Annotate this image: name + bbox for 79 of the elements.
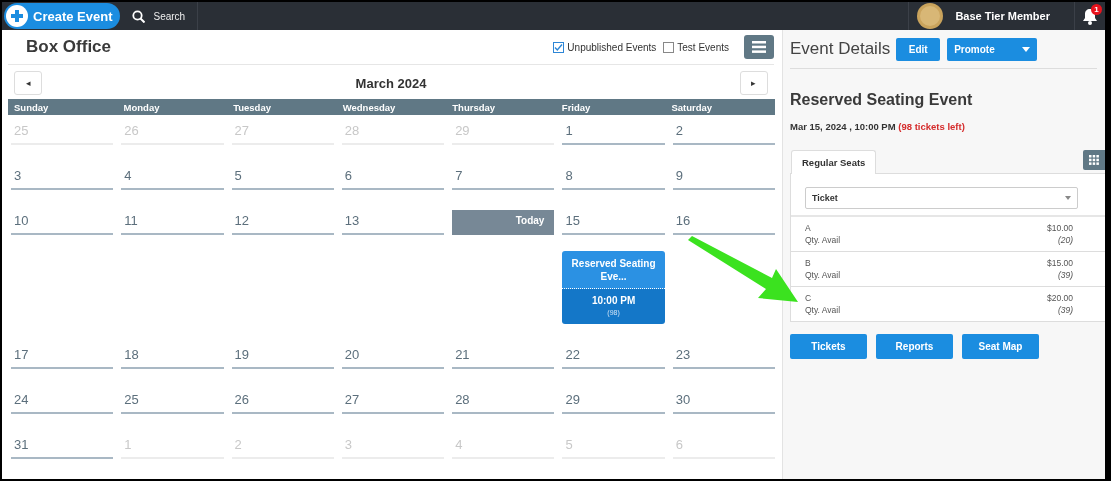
action-button[interactable]: Seat Map	[962, 334, 1039, 359]
weekday-label: Wednesday	[341, 101, 397, 113]
caret-icon	[1065, 196, 1071, 200]
day-cell[interactable]: 3	[11, 165, 114, 190]
day-cell[interactable]: 23	[672, 344, 775, 369]
next-month-button[interactable]: ▸	[740, 71, 768, 96]
day-cell[interactable]: 31	[11, 434, 114, 459]
day-cell[interactable]: 27	[341, 389, 445, 414]
weekday-label: Friday	[560, 101, 592, 113]
event-date: Mar 15, 2024 , 10:00 PM (98 tickets left)	[790, 121, 966, 132]
previous-month-button[interactable]: ◂	[14, 71, 42, 96]
action-button[interactable]: Tickets	[790, 334, 867, 359]
quantity-label: Qty. Avail	[805, 269, 841, 281]
search-field[interactable]: Search	[120, 2, 199, 30]
weekday-label: Tuesday	[232, 101, 272, 113]
day-cell[interactable]: 1	[562, 120, 665, 145]
ticket-price: $20.00	[1047, 292, 1073, 304]
weekday-label: Thursday	[451, 101, 497, 113]
day-cell[interactable]: 22	[562, 344, 665, 369]
panel-title: Event Details	[790, 39, 891, 59]
ticket-name: B	[805, 257, 812, 269]
day-cell[interactable]: 21	[452, 344, 555, 369]
day-cell[interactable]: 29	[562, 389, 665, 414]
day-cell[interactable]: 2	[672, 120, 775, 145]
ticket-price: $10.00	[1047, 222, 1073, 234]
day-cell[interactable]: 5	[231, 165, 334, 190]
day-cell[interactable]: 8	[562, 165, 665, 190]
day-cell[interactable]: 24	[11, 389, 114, 414]
filter-checkbox[interactable]: Test Events	[663, 41, 729, 53]
day-cell[interactable]: 30	[672, 389, 775, 414]
medal-icon	[917, 3, 944, 29]
filter-checkbox[interactable]: Unpublished Events	[553, 41, 657, 53]
grid-icon	[1089, 155, 1099, 165]
search-icon	[132, 9, 146, 23]
day-cell[interactable]: 4	[121, 165, 224, 190]
day-cell[interactable]: 10	[11, 210, 114, 235]
day-cell[interactable]: 15	[562, 210, 665, 235]
grid-view-button[interactable]	[1083, 150, 1105, 170]
day-cell[interactable]: 20	[341, 344, 445, 369]
day-cell[interactable]: 12	[231, 210, 334, 235]
seat-tab[interactable]: Regular Seats	[791, 150, 877, 174]
day-cell[interactable]: 28	[452, 389, 555, 414]
day-cell[interactable]: 6	[341, 165, 445, 190]
day-cell[interactable]: 16	[672, 210, 775, 235]
event-title: Reserved Seating Event	[790, 91, 974, 109]
quantity-label: Qty. Avail	[805, 234, 841, 246]
promote-button[interactable]: Promote	[947, 37, 1038, 61]
day-cell[interactable]: 13	[341, 210, 445, 235]
ticket-name: A	[805, 222, 812, 234]
day-cell[interactable]: 26	[231, 389, 334, 414]
quantity-value: (39)	[1056, 304, 1073, 316]
caret-icon	[1022, 46, 1031, 52]
quantity-value: (39)	[1056, 269, 1073, 281]
weekday-label: Sunday	[13, 101, 50, 113]
quantity-value: (20)	[1056, 234, 1073, 246]
ticket-price: $15.00	[1047, 257, 1073, 269]
day-cell[interactable]: 7	[452, 165, 555, 190]
weekday-label: Saturday	[670, 101, 714, 113]
day-cell[interactable]: 19	[231, 344, 334, 369]
month-title: March 2024	[355, 75, 427, 91]
day-cell[interactable]: 18	[121, 344, 224, 369]
today-cell[interactable]: Today	[452, 210, 555, 235]
day-cell[interactable]: 9	[672, 165, 775, 190]
day-cell[interactable]: 25	[121, 389, 224, 414]
page-title: Box Office	[26, 37, 113, 58]
weekday-label: Monday	[122, 101, 161, 113]
check-icon	[554, 42, 564, 52]
ticket-dropdown[interactable]: Ticket	[805, 187, 1078, 209]
action-button[interactable]: Reports	[876, 334, 953, 359]
create-event-button[interactable]: Create Event	[4, 3, 121, 29]
quantity-label: Qty. Avail	[805, 304, 841, 316]
day-cell[interactable]: 11	[121, 210, 224, 235]
menu-button[interactable]	[744, 35, 774, 60]
day-cell[interactable]: 17	[11, 344, 114, 369]
menu-icon	[752, 41, 766, 54]
edit-button[interactable]: Edit	[896, 37, 941, 61]
notification-count: 1	[1091, 4, 1102, 15]
plus-icon	[6, 5, 28, 27]
ticket-name: C	[805, 292, 813, 304]
